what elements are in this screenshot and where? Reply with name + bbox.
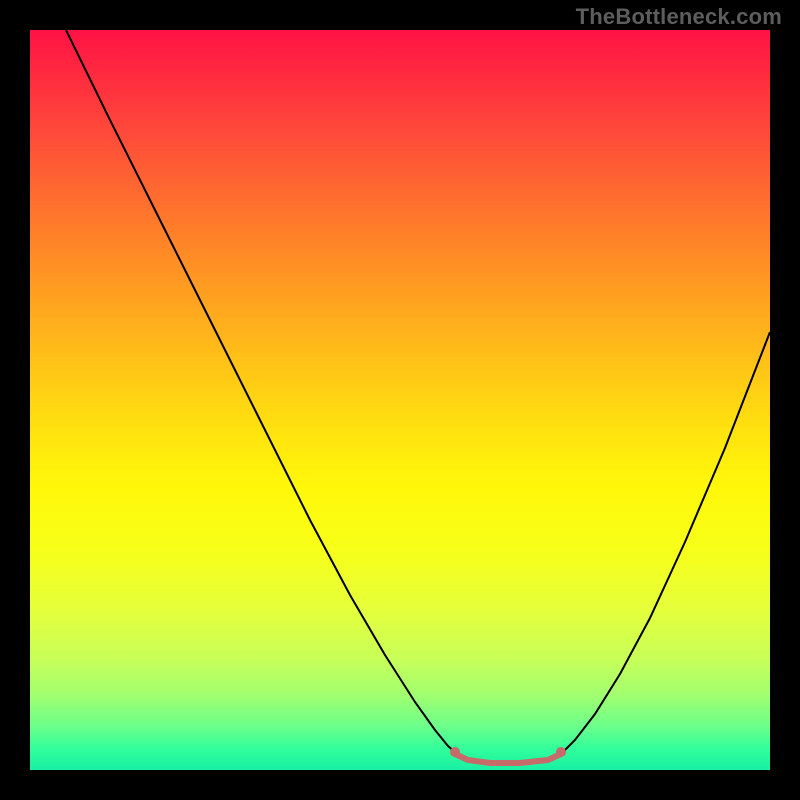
chart-frame: TheBottleneck.com bbox=[0, 0, 800, 800]
watermark-text: TheBottleneck.com bbox=[576, 4, 782, 30]
flat-segment-path bbox=[455, 754, 561, 763]
rising-curve-path bbox=[561, 332, 770, 754]
flat-endpoint-left bbox=[450, 747, 460, 757]
plot-area bbox=[30, 30, 770, 770]
curve-svg bbox=[30, 30, 770, 770]
flat-endpoint-right bbox=[556, 747, 566, 757]
main-curve-path bbox=[66, 30, 455, 752]
